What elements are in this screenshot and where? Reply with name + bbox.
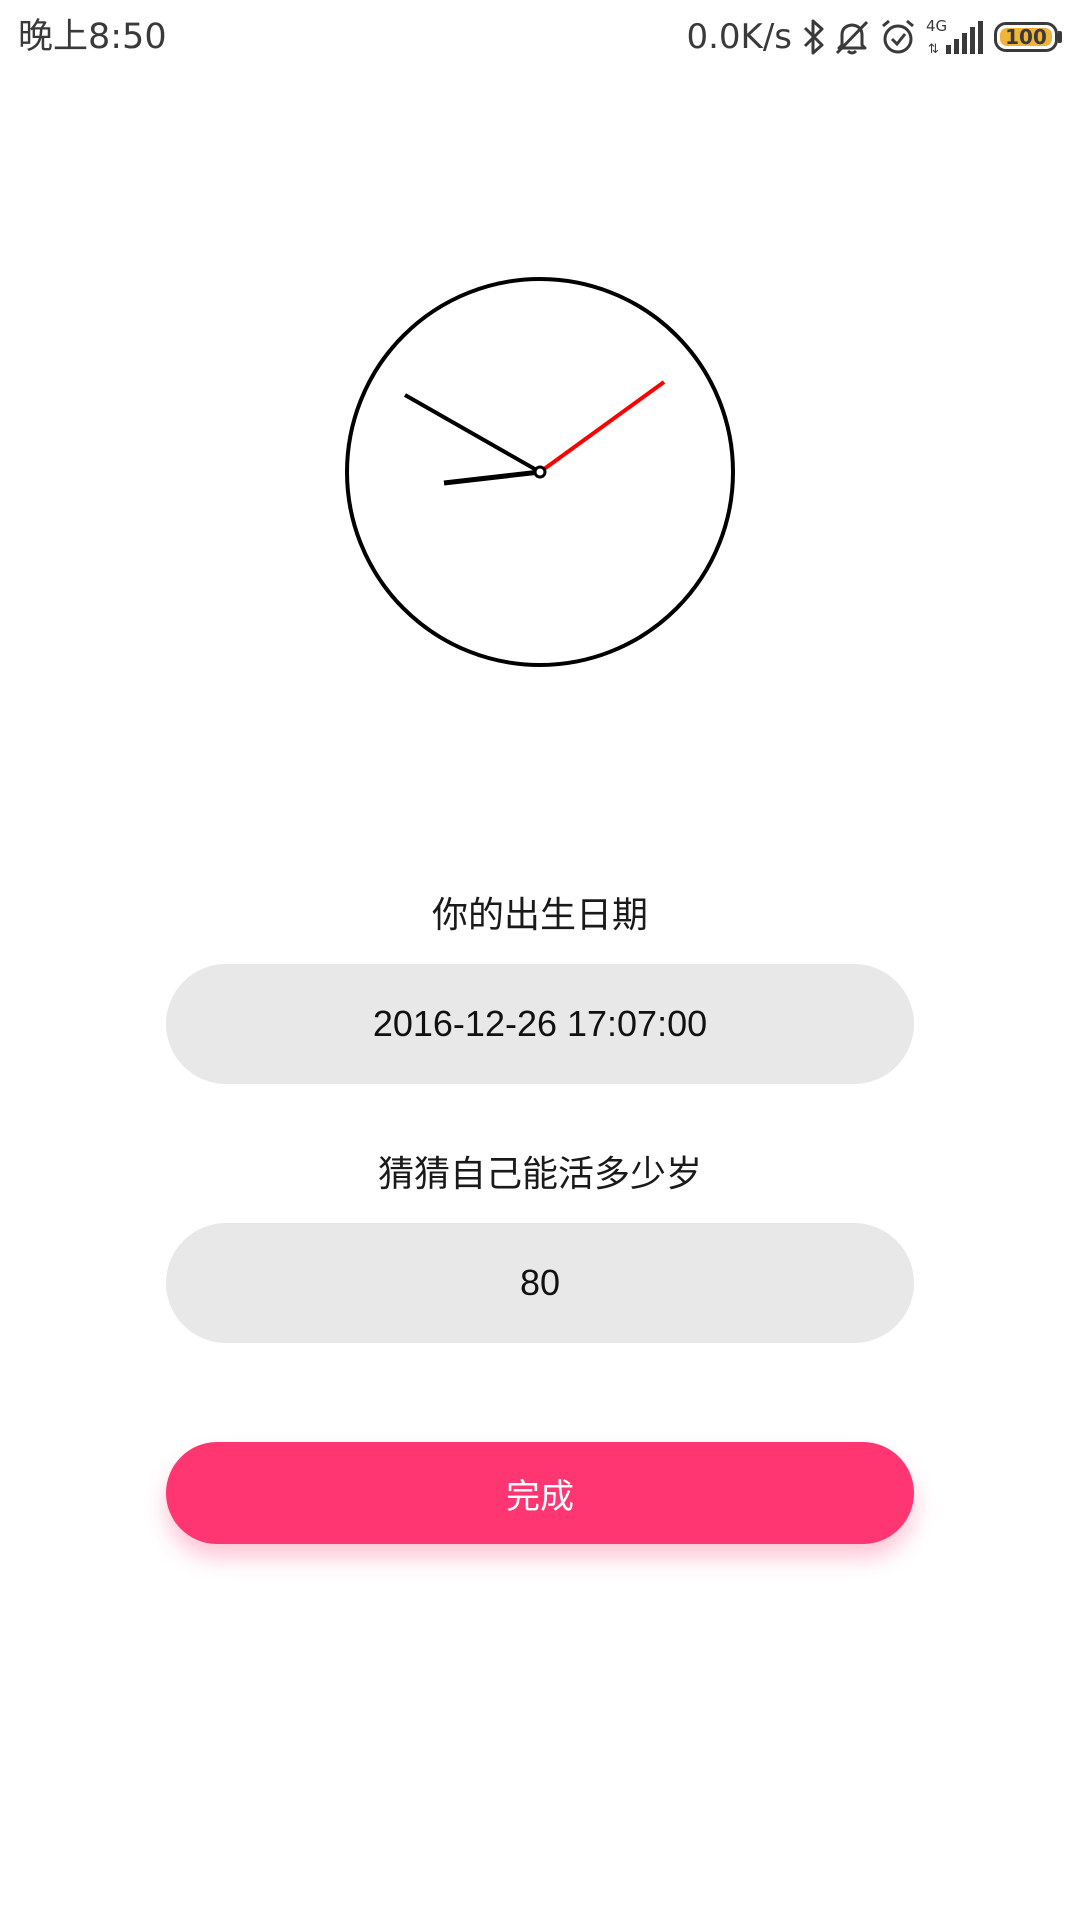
analog-clock [345,277,735,667]
life-expectancy-field[interactable]: 80 [166,1223,914,1343]
birth-date-field[interactable]: 2016-12-26 17:07:00 [166,964,914,1084]
status-icons: 0.0K/s 4G ⇅ 100 [686,12,1062,62]
svg-text:⇅: ⇅ [928,42,939,57]
battery-body: 100 [994,22,1058,52]
battery-icon: 100 [990,22,1062,52]
signal-icon: 4G ⇅ [924,17,984,57]
done-button[interactable]: 完成 [166,1442,914,1544]
battery-level-text: 100 [1005,25,1047,49]
network-type-label: 4G [926,17,947,35]
alarm-icon [878,17,918,57]
clock-center-pin [533,465,547,479]
birth-date-label: 你的出生日期 [431,895,648,936]
status-time: 晚上8:50 [18,17,167,57]
app-screen: 晚上8:50 0.0K/s 4G ⇅ 100 你的出生日期 2016-12-26… [0,0,1080,1920]
battery-cap [1058,31,1062,43]
notifications-off-icon [832,17,872,57]
status-bar: 晚上8:50 0.0K/s 4G ⇅ 100 [0,0,1080,75]
bluetooth-icon [802,18,826,56]
life-expectancy-label: 猜猜自己能活多少岁 [377,1154,702,1195]
network-speed: 0.0K/s [686,17,792,57]
